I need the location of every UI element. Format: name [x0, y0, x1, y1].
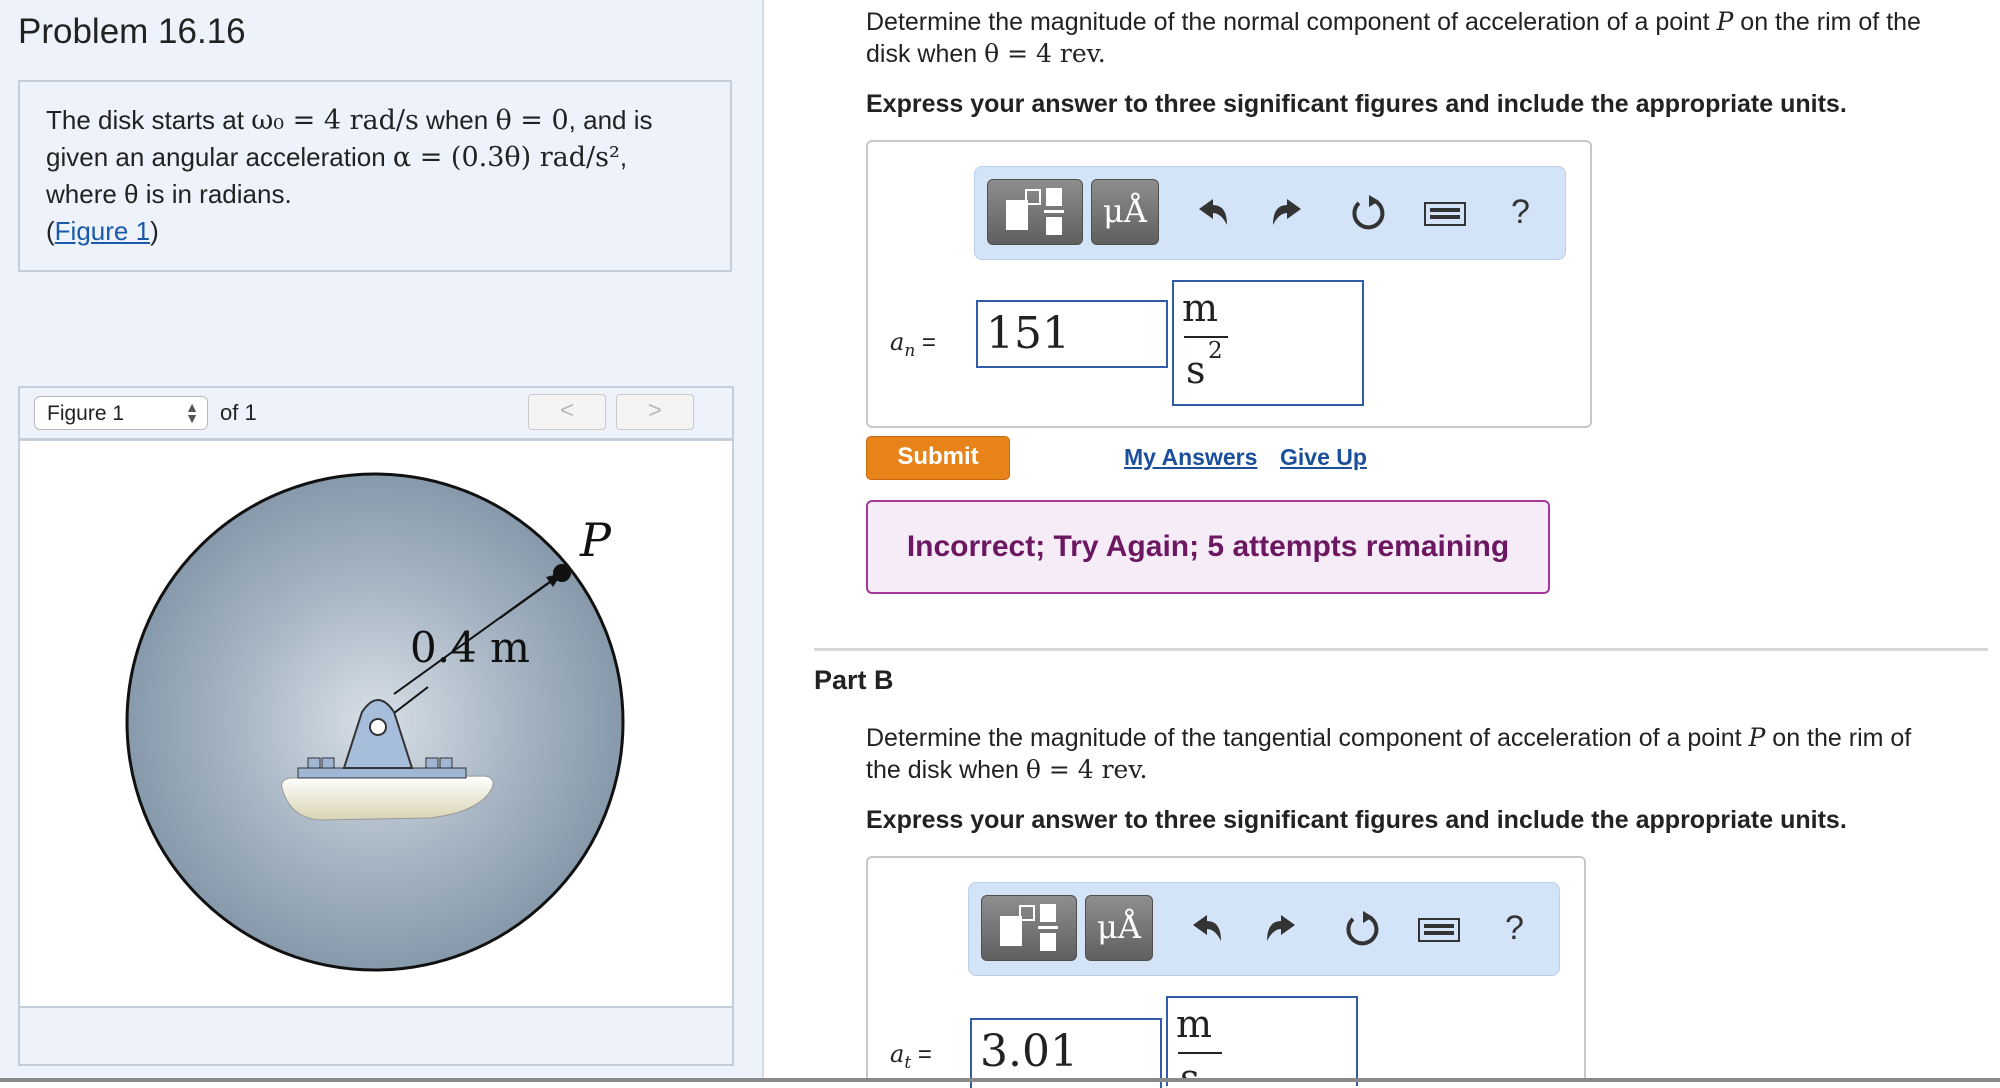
theta-math: θ = 4 rev. [984, 39, 1106, 68]
reset-icon[interactable] [1345, 191, 1389, 235]
base-plate [297, 767, 467, 779]
statement-text: given an angular acceleration [46, 142, 393, 172]
question-line-2: the disk when θ = 4 rev. [866, 754, 1976, 786]
units-numerator: m [1176, 1002, 1213, 1046]
point-p-label: P [579, 513, 612, 567]
var-main: a [890, 328, 905, 356]
question-text: Determine the magnitude of the tangentia… [866, 724, 1749, 752]
paren: ) [150, 216, 159, 246]
pivot-pin [369, 718, 387, 736]
theta0-math: θ = 0 [495, 105, 569, 136]
bolt-icon [321, 757, 335, 769]
part-divider [814, 648, 1988, 651]
figure-selector-value: Figure 1 [47, 402, 125, 425]
undo-icon[interactable] [1189, 191, 1233, 235]
radius-label: 0.4 m [410, 623, 530, 672]
equals-sign: = [911, 1041, 932, 1068]
bolt-icon [425, 757, 439, 769]
omega0-math: ω₀ = 4 rad/s [251, 105, 419, 136]
problem-statement: The disk starts at ω₀ = 4 rad/s when θ =… [18, 80, 732, 272]
select-arrows-icon: ▲ ▼ [185, 399, 199, 426]
units-button[interactable]: μÅ [1085, 895, 1153, 961]
question-line-2: disk when θ = 4 rev. [866, 38, 1976, 70]
help-icon[interactable]: ? [1505, 909, 1524, 948]
part-a-question: Determine the magnitude of the normal co… [866, 6, 1976, 70]
equals-sign: = [915, 329, 936, 356]
statement-text: , [619, 142, 628, 172]
var-sub: n [904, 340, 916, 361]
window-bottom-edge [0, 1078, 2000, 1082]
units-numerator: m [1182, 286, 1219, 330]
statement-line-4: (Figure 1) [46, 213, 704, 250]
submit-button[interactable]: Submit [866, 436, 1010, 480]
bolt-icon [439, 757, 453, 769]
statement-text: , and is [568, 105, 653, 135]
point-p-marker [553, 564, 571, 582]
paren: ( [46, 216, 55, 246]
statement-text: The disk starts at [46, 105, 252, 135]
point-var: P [1748, 723, 1766, 752]
statement-line-1: The disk starts at ω₀ = 4 rad/s when θ =… [46, 102, 704, 139]
part-b-title: Part B [814, 665, 894, 695]
figure-link[interactable]: Figure 1 [55, 216, 150, 246]
fraction-bar [1178, 1052, 1222, 1054]
question-text: Determine the magnitude of the normal co… [866, 8, 1717, 36]
statement-line-2: given an angular acceleration α = (0.3θ)… [46, 139, 704, 176]
figure-selector[interactable]: Figure 1 ▲ ▼ [34, 396, 208, 430]
problem-panel: Problem 16.16 The disk starts at ω₀ = 4 … [0, 0, 764, 1082]
part-b-instructions: Express your answer to three significant… [866, 806, 1847, 834]
units-exponent: 2 [1208, 338, 1223, 364]
part-b-question: Determine the magnitude of the tangentia… [866, 722, 1976, 786]
template-icon [1000, 904, 1058, 951]
next-figure-button[interactable]: > [616, 394, 694, 430]
theta-math: θ = 4 rev. [1025, 755, 1148, 784]
bolt-icon [307, 757, 321, 769]
give-up-link[interactable]: Give Up [1280, 444, 1367, 471]
figure-footer [20, 1006, 732, 1064]
template-icon [1006, 188, 1064, 235]
alpha-math: α = (0.3θ) rad/s² [392, 142, 620, 173]
part-a-instructions: Express your answer to three significant… [866, 90, 1847, 118]
math-toolbar: μÅ ? [968, 882, 1560, 976]
disk-figure: P 0.4 m [125, 472, 625, 972]
statement-line-3: where θ is in radians. [46, 179, 292, 209]
math-toolbar: μÅ ? [974, 166, 1566, 260]
var-main: a [890, 1040, 905, 1068]
units-denominator: s [1186, 348, 1206, 392]
prev-figure-button[interactable]: < [528, 394, 606, 430]
figure-viewer: Figure 1 ▲ ▼ of 1 < > P 0.4 m [18, 386, 734, 1066]
question-text: on the rim of the [1733, 8, 1921, 36]
redo-icon[interactable] [1267, 191, 1311, 235]
keyboard-icon[interactable] [1421, 191, 1469, 235]
figure-count: of 1 [220, 400, 257, 425]
figure-toolbar: Figure 1 ▲ ▼ of 1 < > [20, 388, 732, 441]
value-input[interactable]: 151 [976, 300, 1168, 368]
problem-title: Problem 16.16 [18, 12, 246, 51]
reset-icon[interactable] [1339, 907, 1383, 951]
part-b-answer-box: μÅ ? at = 3.01 m s [866, 856, 1586, 1088]
question-line-1: Determine the magnitude of the normal co… [866, 6, 1976, 38]
variable-label-at: at = [890, 1040, 932, 1073]
point-var: P [1716, 7, 1734, 36]
units-button[interactable]: μÅ [1091, 179, 1159, 245]
part-a-answer-box: μÅ ? an = 151 m s 2 [866, 140, 1592, 428]
question-text: the disk when [866, 756, 1026, 784]
redo-icon[interactable] [1261, 907, 1305, 951]
template-button[interactable] [987, 179, 1083, 245]
units-input[interactable]: m s 2 [1172, 280, 1364, 406]
units-input[interactable]: m s [1166, 996, 1358, 1086]
undo-icon[interactable] [1183, 907, 1227, 951]
question-line-1: Determine the magnitude of the tangentia… [866, 722, 1976, 754]
question-text: on the rim of [1765, 724, 1912, 752]
statement-text: when [418, 105, 496, 135]
my-answers-link[interactable]: My Answers [1124, 444, 1257, 471]
help-icon[interactable]: ? [1511, 193, 1530, 232]
question-text: disk when [866, 40, 985, 68]
keyboard-icon[interactable] [1415, 907, 1463, 951]
template-button[interactable] [981, 895, 1077, 961]
feedback-message: Incorrect; Try Again; 5 attempts remaini… [866, 500, 1550, 594]
variable-label-an: an = [890, 328, 936, 361]
